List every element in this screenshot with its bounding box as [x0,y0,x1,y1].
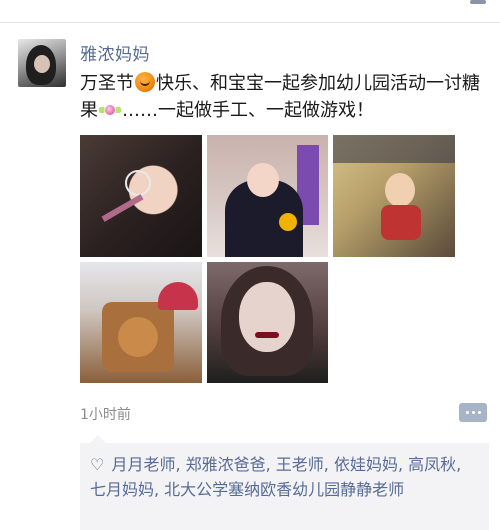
photo-3-background [333,135,455,163]
more-menu-icon[interactable] [470,0,486,4]
photo-3[interactable] [333,135,455,257]
photo-3-shirt [381,205,421,240]
pumpkin-emoji-icon [135,72,155,92]
post-text-part3: ……一起做手工、一起做游戏！ [122,100,374,121]
likes-text: ♡ 月月老师, 郑雅浓爸爸, 王老师, 依娃妈妈, 高凤秋, 七月妈妈, 北大公… [90,452,482,502]
photo-2-pumpkin [279,213,297,231]
candy-emoji-icon [99,103,121,117]
comment-icon[interactable] [459,403,487,422]
photo-5-makeup [255,332,279,338]
post-text: 万圣节 快乐、和宝宝一起参加幼儿园活动一讨糖果 ……一起做手工、一起做游戏！ [80,70,480,124]
comment-dot-2 [472,411,475,414]
photo-1-glasses [125,170,151,196]
photo-2[interactable] [207,135,328,257]
post-time: 1小时前 [80,407,131,423]
photo-4-bear [118,317,158,357]
likes-names[interactable]: 月月老师, 郑雅浓爸爸, 王老师, 依娃妈妈, 高凤秋, 七月妈妈, 北大公学塞… [90,455,461,499]
likes-panel: ♡ 月月老师, 郑雅浓爸爸, 王老师, 依娃妈妈, 高凤秋, 七月妈妈, 北大公… [80,435,489,530]
photo-1[interactable] [80,135,202,257]
photo-3-child [385,173,415,207]
photo-5-face [239,282,295,352]
photo-4[interactable] [80,262,202,383]
username[interactable]: 雅浓妈妈 [80,40,150,65]
top-bar [0,0,500,23]
photo-4-mushroom [158,282,198,310]
avatar[interactable] [18,39,66,87]
heart-icon: ♡ [90,455,105,474]
post-text-part1: 万圣节 [80,73,134,94]
photo-2-face [247,163,279,197]
comment-dot-3 [478,411,481,414]
photo-1-brush [101,194,144,222]
comment-dot-1 [466,411,469,414]
photo-5[interactable] [207,262,328,383]
avatar-face [34,55,50,73]
